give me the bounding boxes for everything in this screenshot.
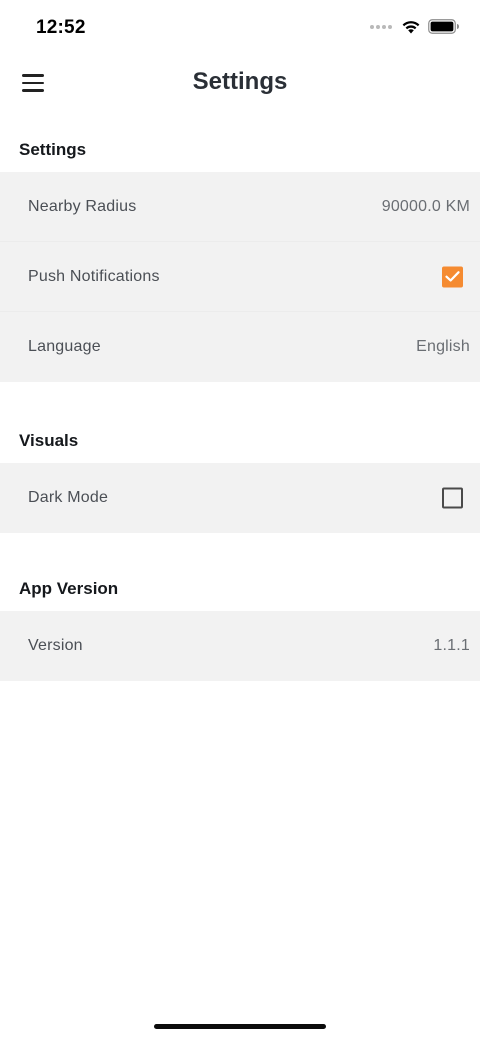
version-label: Version: [28, 637, 83, 654]
language-row[interactable]: Language English: [0, 312, 480, 382]
language-value: English: [416, 338, 470, 355]
nearby-radius-label: Nearby Radius: [28, 197, 137, 215]
status-bar: 12:52: [0, 0, 480, 58]
dark-mode-checkbox[interactable]: [442, 487, 463, 509]
app-version-group: Version 1.1.1: [0, 611, 480, 681]
push-notifications-row[interactable]: Push Notifications: [0, 242, 480, 312]
dark-mode-label: Dark Mode: [28, 489, 109, 506]
push-notifications-checkbox[interactable]: [442, 266, 463, 287]
section-title-visuals: Visuals: [19, 431, 79, 450]
visuals-group: Dark Mode: [0, 463, 480, 533]
nearby-radius-value: 90000.0 KM: [381, 197, 470, 215]
status-icons: [370, 19, 460, 34]
section-title-app-version: App Version: [19, 579, 119, 598]
page-title: Settings: [192, 68, 288, 95]
version-value: 1.1.1: [433, 637, 470, 654]
battery-icon: [428, 19, 459, 34]
home-indicator[interactable]: [154, 1024, 326, 1029]
app-header: Settings: [0, 58, 480, 110]
cellular-signal-icon: [370, 24, 392, 29]
checkmark-icon: [445, 271, 460, 282]
push-notifications-label: Push Notifications: [28, 267, 160, 285]
wifi-icon: [402, 21, 420, 34]
status-time: 12:52: [36, 17, 86, 38]
nearby-radius-row[interactable]: Nearby Radius 90000.0 KM: [0, 172, 480, 242]
settings-group: Nearby Radius 90000.0 KM Push Notificati…: [0, 172, 480, 382]
dark-mode-row[interactable]: Dark Mode: [0, 463, 480, 533]
section-title-settings: Settings: [19, 140, 87, 159]
version-row: Version 1.1.1: [0, 611, 480, 681]
settings-screen: 12:52 Settings Settings Nearby Radius 90…: [0, 0, 480, 1039]
language-label: Language: [28, 338, 101, 355]
